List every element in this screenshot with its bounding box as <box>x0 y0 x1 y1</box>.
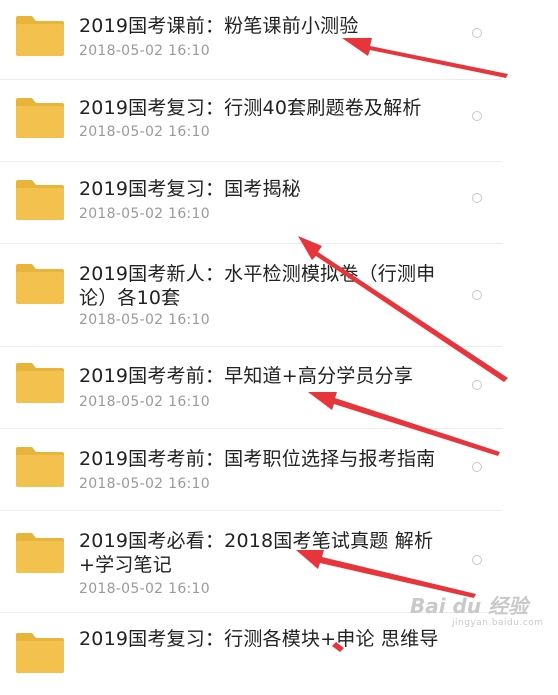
file-date: 2018-05-02 16:10 <box>79 476 210 492</box>
file-name: 2019国考考前：国考职位选择与报考指南 <box>79 448 436 470</box>
watermark-logo: Bai du 经验 <box>410 594 529 618</box>
folder-icon <box>16 180 64 220</box>
folder-icon <box>16 363 64 403</box>
file-date: 2018-05-02 16:10 <box>79 581 210 597</box>
select-radio[interactable] <box>472 380 482 390</box>
select-radio[interactable] <box>472 193 482 203</box>
file-name: 2019国考考前：早知道+高分学员分享 <box>79 365 414 387</box>
file-row[interactable]: 2019国考新人：水平检测模拟卷（行测申论）各10套 2018-05-02 16… <box>0 244 502 347</box>
folder-icon <box>16 16 64 56</box>
folder-icon <box>16 633 64 673</box>
select-radio[interactable] <box>472 28 482 38</box>
file-name: 2019国考复习：行测40套刷题卷及解析 <box>79 97 422 119</box>
watermark-url: jingyan.baidu.com <box>452 618 544 628</box>
file-date: 2018-05-02 16:10 <box>79 312 210 328</box>
folder-icon <box>16 447 64 487</box>
file-name: 2019国考复习：行测各模块+申论 思维导 <box>79 628 439 650</box>
file-name: 2019国考复习：国考揭秘 <box>79 178 301 200</box>
file-row[interactable]: 2019国考课前：粉笔课前小测验 2018-05-02 16:10 <box>0 0 502 80</box>
file-name: 2019国考必看：2018国考笔试真题 解析+学习笔记 <box>79 530 434 576</box>
file-row[interactable]: 2019国考复习：行测40套刷题卷及解析 2018-05-02 16:10 <box>0 80 502 162</box>
file-row[interactable]: 2019国考复习：行测各模块+申论 思维导 <box>0 613 502 695</box>
file-date: 2018-05-02 16:10 <box>79 124 210 140</box>
select-radio[interactable] <box>472 111 482 121</box>
select-radio[interactable] <box>472 462 482 472</box>
file-row[interactable]: 2019国考考前：国考职位选择与报考指南 2018-05-02 16:10 <box>0 429 502 511</box>
folder-icon <box>16 264 64 304</box>
file-date: 2018-05-02 16:10 <box>79 394 210 410</box>
file-row[interactable]: 2019国考考前：早知道+高分学员分享 2018-05-02 16:10 <box>0 347 502 429</box>
folder-icon <box>16 98 64 138</box>
file-name: 2019国考课前：粉笔课前小测验 <box>79 15 359 37</box>
file-name: 2019国考新人：水平检测模拟卷（行测申论）各10套 <box>79 263 436 309</box>
select-radio[interactable] <box>472 555 482 565</box>
file-row[interactable]: 2019国考复习：国考揭秘 2018-05-02 16:10 <box>0 162 502 244</box>
file-date: 2018-05-02 16:10 <box>79 43 210 59</box>
file-date: 2018-05-02 16:10 <box>79 206 210 222</box>
select-radio[interactable] <box>472 290 482 300</box>
folder-icon <box>16 533 64 573</box>
